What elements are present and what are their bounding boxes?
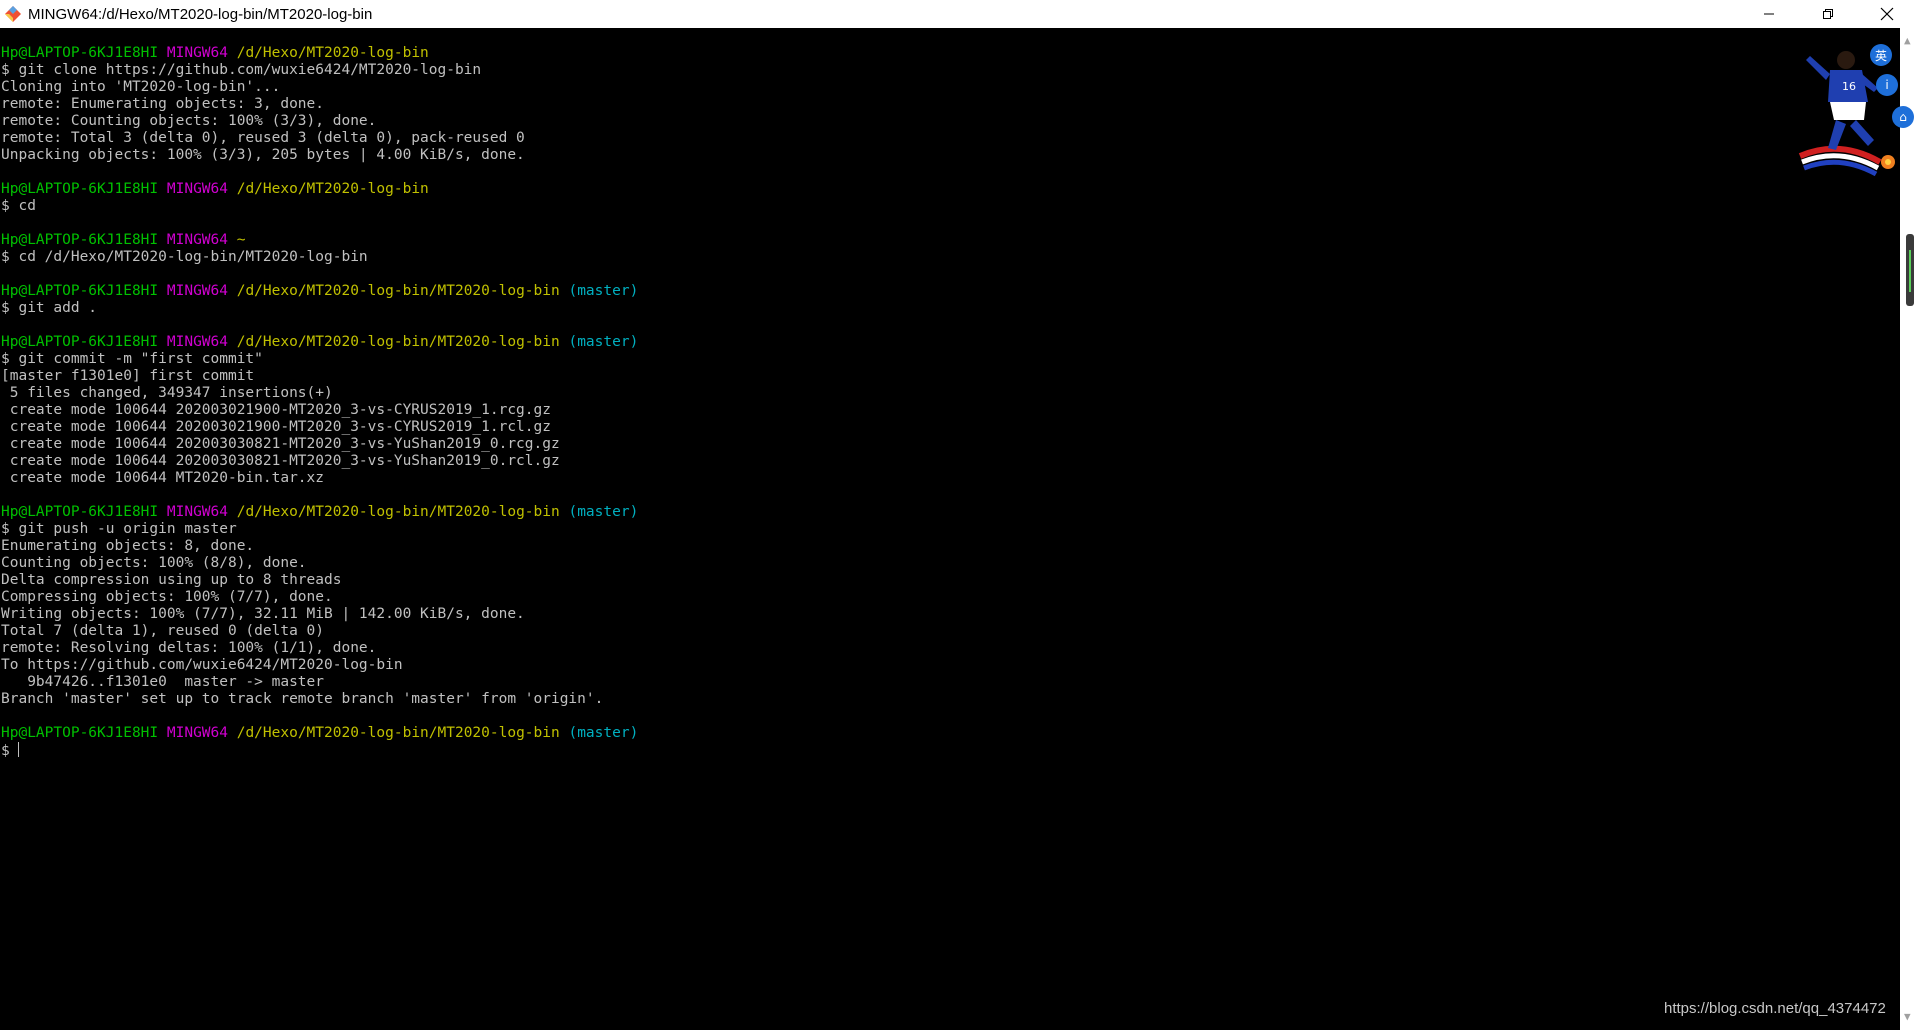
output-line: 9b47426..f1301e0 master -> master — [1, 674, 325, 690]
prompt-system: MINGW64 — [166, 504, 228, 520]
prompt-user: Hp@LAPTOP-6KJ1E8HI — [1, 232, 159, 248]
scroll-up-arrow-icon[interactable]: ▲ — [1904, 34, 1911, 47]
output-line: [master f1301e0] first commit — [1, 368, 255, 384]
output-line: To https://github.com/wuxie6424/MT2020-l… — [1, 657, 403, 673]
watermark-url: https://blog.csdn.net/qq_4374472 — [1664, 1000, 1886, 1017]
prompt-line: Hp@LAPTOP-6KJ1E8HI MINGW64 /d/Hexo/MT202… — [1, 45, 638, 62]
prompt-system: MINGW64 — [166, 45, 228, 61]
output-line: remote: Total 3 (delta 0), reused 3 (del… — [1, 130, 525, 146]
prompt-user: Hp@LAPTOP-6KJ1E8HI — [1, 45, 159, 61]
shirt-icon[interactable]: ⌂ — [1892, 106, 1914, 128]
output-line: Total 7 (delta 1), reused 0 (delta 0) — [1, 623, 325, 639]
vertical-scrollbar[interactable]: ▲ ▼ — [1900, 28, 1920, 1030]
close-button[interactable] — [1858, 0, 1916, 28]
output-line: 5 files changed, 349347 insertions(+) — [1, 385, 333, 401]
text-cursor — [18, 742, 20, 757]
prompt-system: MINGW64 — [166, 334, 228, 350]
output-line: Compressing objects: 100% (7/7), done. — [1, 589, 333, 605]
prompt-line: Hp@LAPTOP-6KJ1E8HI MINGW64 /d/Hexo/MT202… — [1, 283, 638, 300]
output-line: create mode 100644 MT2020-bin.tar.xz — [1, 470, 325, 486]
svg-text:16: 16 — [1842, 80, 1856, 93]
prompt-line: Hp@LAPTOP-6KJ1E8HI MINGW64 /d/Hexo/MT202… — [1, 504, 638, 521]
output-line: Cloning into 'MT2020-log-bin'... — [1, 79, 281, 95]
output-line: Writing objects: 100% (7/7), 32.11 MiB |… — [1, 606, 525, 622]
close-icon — [1880, 7, 1894, 21]
output-line: $ cd /d/Hexo/MT2020-log-bin/MT2020-log-b… — [1, 249, 368, 265]
output-line: Unpacking objects: 100% (3/3), 205 bytes… — [1, 147, 525, 163]
scroll-down-arrow-icon[interactable]: ▼ — [1904, 1010, 1911, 1023]
output-line: create mode 100644 202003030821-MT2020_3… — [1, 436, 560, 452]
output-line: $ cd — [1, 198, 36, 214]
output-line: create mode 100644 202003021900-MT2020_3… — [1, 419, 551, 435]
output-line: create mode 100644 202003021900-MT2020_3… — [1, 402, 551, 418]
title-bar[interactable]: MINGW64:/d/Hexo/MT2020-log-bin/MT2020-lo… — [0, 0, 1920, 28]
prompt-line: Hp@LAPTOP-6KJ1E8HI MINGW64 ~ — [1, 232, 638, 249]
command-input-line[interactable]: $ — [1, 742, 638, 759]
output-line: Counting objects: 100% (8/8), done. — [1, 555, 307, 571]
prompt-user: Hp@LAPTOP-6KJ1E8HI — [1, 181, 159, 197]
prompt-branch: (master) — [568, 283, 639, 299]
output-line: $ git push -u origin master — [1, 521, 237, 537]
info-icon[interactable]: i — [1876, 74, 1898, 96]
output-line: remote: Counting objects: 100% (3/3), do… — [1, 113, 377, 129]
terminal-output[interactable]: Hp@LAPTOP-6KJ1E8HI MINGW64 /d/Hexo/MT202… — [0, 28, 1900, 1030]
input-prompt-symbol: $ — [1, 743, 19, 759]
prompt-user: Hp@LAPTOP-6KJ1E8HI — [1, 504, 159, 520]
output-line: remote: Resolving deltas: 100% (1/1), do… — [1, 640, 377, 656]
output-line: $ git clone https://github.com/wuxie6424… — [1, 62, 482, 78]
output-line: Enumerating objects: 8, done. — [1, 538, 255, 554]
input-method-badge[interactable]: 英 — [1870, 44, 1892, 66]
prompt-system: MINGW64 — [166, 232, 228, 248]
prompt-path: /d/Hexo/MT2020-log-bin/MT2020-log-bin — [236, 283, 560, 299]
prompt-path: /d/Hexo/MT2020-log-bin/MT2020-log-bin — [236, 725, 560, 741]
prompt-system: MINGW64 — [166, 283, 228, 299]
git-bash-icon — [2, 3, 24, 25]
prompt-system: MINGW64 — [166, 725, 228, 741]
prompt-user: Hp@LAPTOP-6KJ1E8HI — [1, 283, 159, 299]
floating-toolbar: 英 i ⌂ — [1868, 40, 1914, 140]
prompt-line: Hp@LAPTOP-6KJ1E8HI MINGW64 /d/Hexo/MT202… — [1, 725, 638, 742]
minimize-icon — [1764, 13, 1774, 15]
window-title: MINGW64:/d/Hexo/MT2020-log-bin/MT2020-lo… — [28, 5, 373, 23]
prompt-branch: (master) — [568, 504, 639, 520]
prompt-path: /d/Hexo/MT2020-log-bin/MT2020-log-bin — [236, 334, 560, 350]
output-line: Delta compression using up to 8 threads — [1, 572, 342, 588]
output-line: create mode 100644 202003030821-MT2020_3… — [1, 453, 560, 469]
prompt-branch: (master) — [568, 725, 639, 741]
scroll-thumb-grip — [1909, 250, 1911, 292]
prompt-branch: (master) — [568, 334, 639, 350]
prompt-path: /d/Hexo/MT2020-log-bin — [236, 181, 429, 197]
prompt-line: Hp@LAPTOP-6KJ1E8HI MINGW64 /d/Hexo/MT202… — [1, 181, 638, 198]
prompt-path: /d/Hexo/MT2020-log-bin/MT2020-log-bin — [236, 504, 560, 520]
prompt-user: Hp@LAPTOP-6KJ1E8HI — [1, 334, 159, 350]
output-line: $ git add . — [1, 300, 98, 316]
restore-button[interactable] — [1799, 0, 1857, 28]
prompt-path: ~ — [236, 232, 246, 248]
output-line: remote: Enumerating objects: 3, done. — [1, 96, 325, 112]
prompt-user: Hp@LAPTOP-6KJ1E8HI — [1, 725, 159, 741]
terminal-lines: Hp@LAPTOP-6KJ1E8HI MINGW64 /d/Hexo/MT202… — [1, 45, 638, 759]
terminal-window: MINGW64:/d/Hexo/MT2020-log-bin/MT2020-lo… — [0, 0, 1920, 1030]
prompt-system: MINGW64 — [166, 181, 228, 197]
prompt-line: Hp@LAPTOP-6KJ1E8HI MINGW64 /d/Hexo/MT202… — [1, 334, 638, 351]
output-line: $ git commit -m "first commit" — [1, 351, 263, 367]
restore-icon — [1823, 9, 1833, 19]
minimize-button[interactable] — [1740, 0, 1798, 28]
output-line: Branch 'master' set up to track remote b… — [1, 691, 604, 707]
prompt-path: /d/Hexo/MT2020-log-bin — [236, 45, 429, 61]
